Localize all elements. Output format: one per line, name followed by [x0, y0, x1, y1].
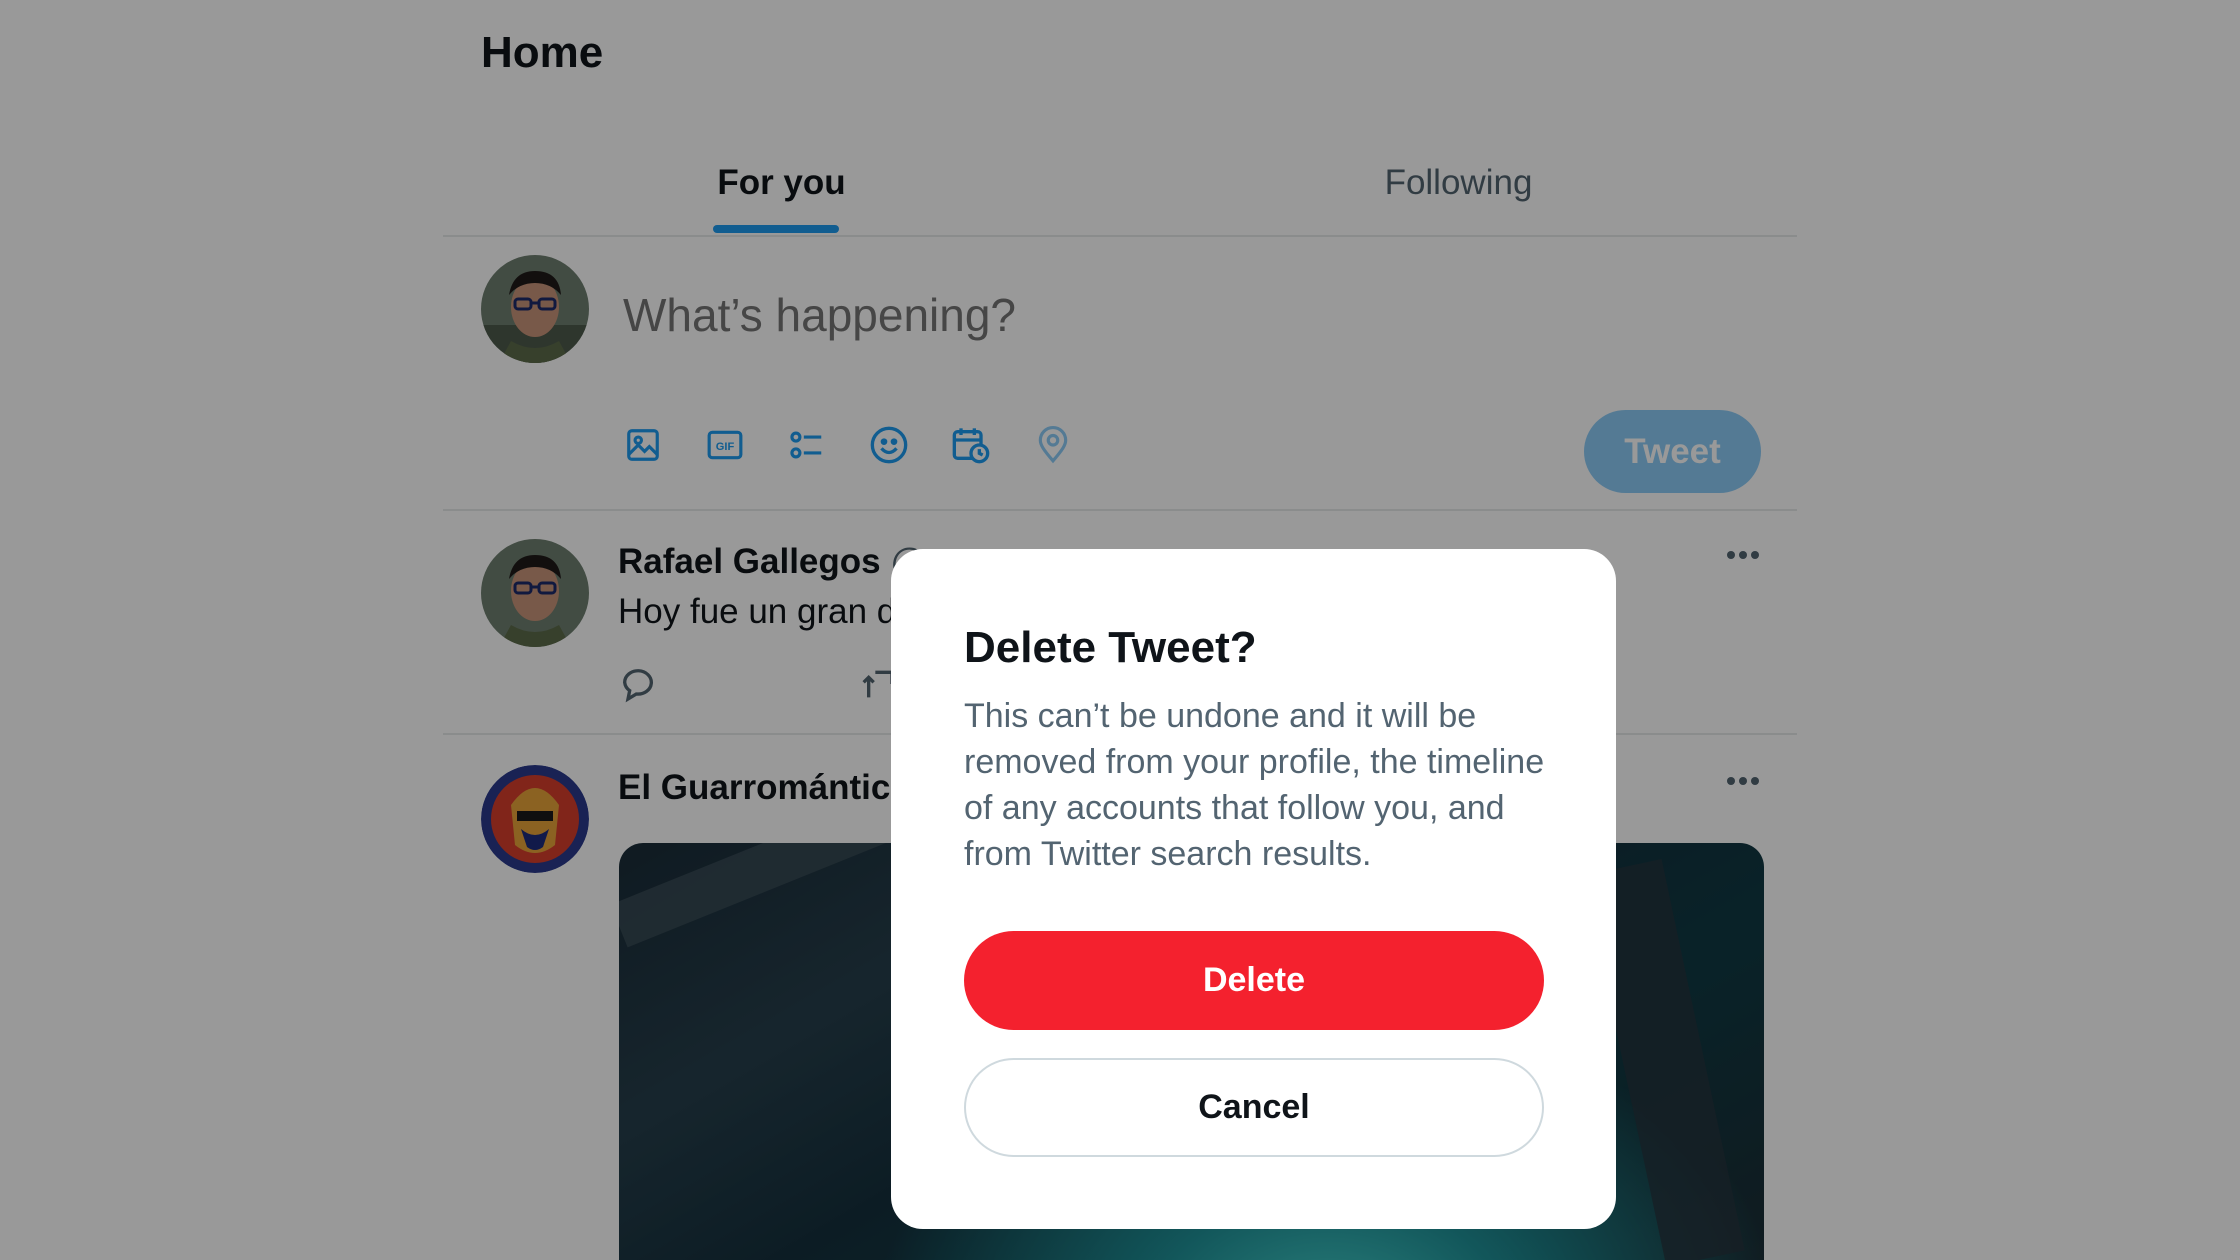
- delete-tweet-dialog: Delete Tweet? This can’t be undone and i…: [891, 549, 1616, 1229]
- dialog-message: This can’t be undone and it will be remo…: [964, 697, 1545, 873]
- cancel-button[interactable]: Cancel: [964, 1058, 1544, 1157]
- delete-button[interactable]: Delete: [964, 931, 1544, 1030]
- dialog-title: Delete Tweet?: [964, 623, 1257, 672]
